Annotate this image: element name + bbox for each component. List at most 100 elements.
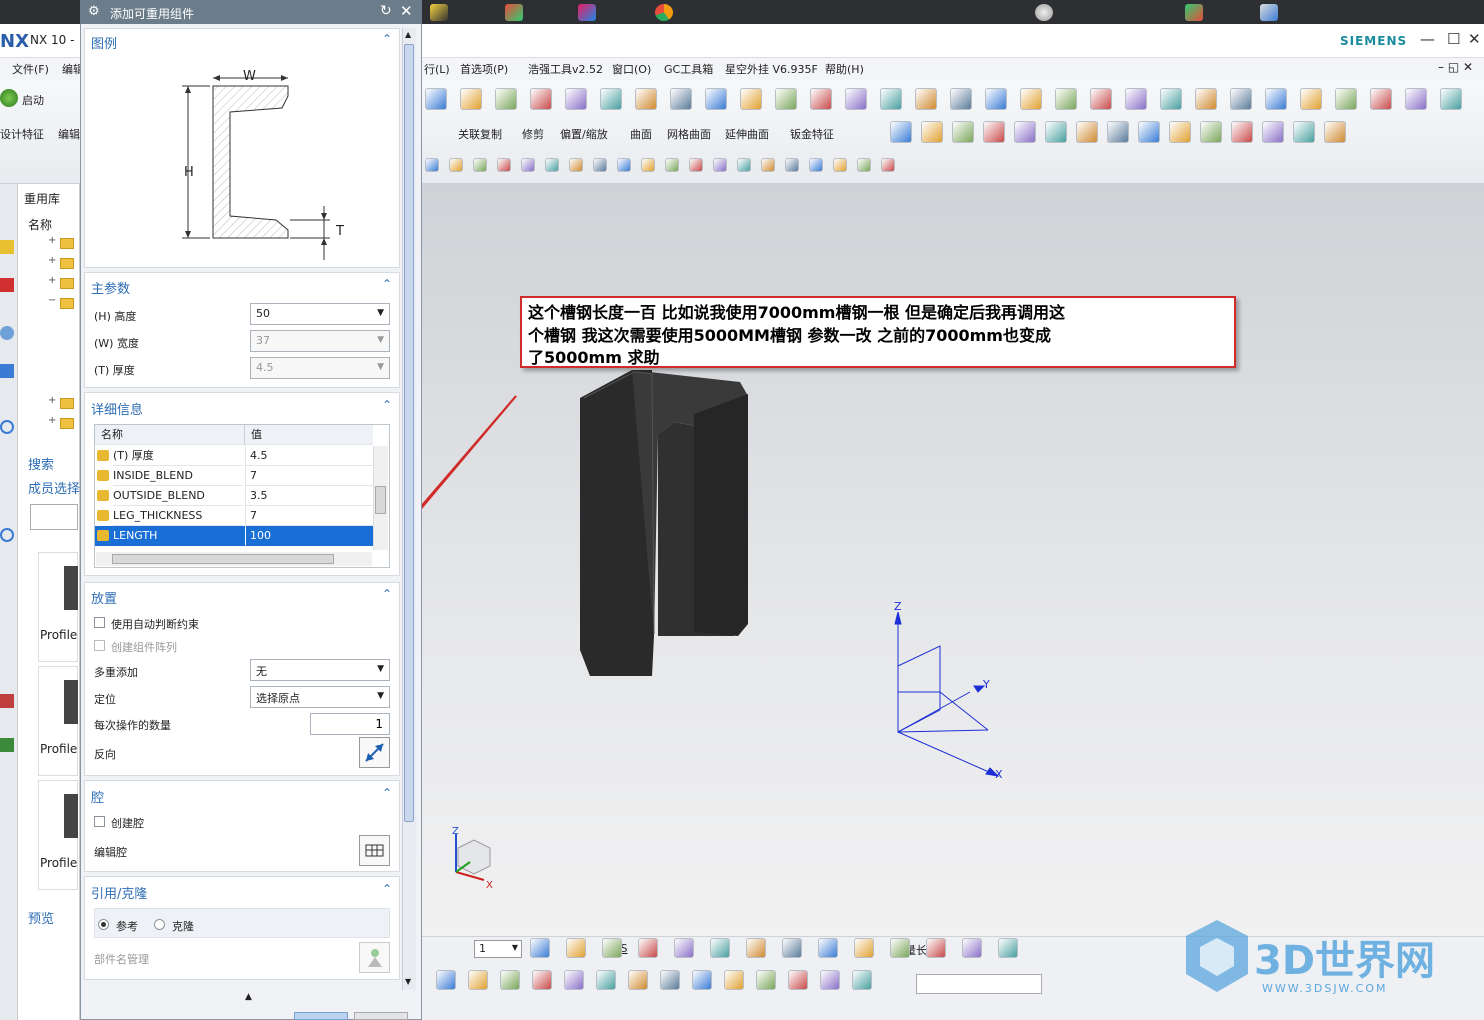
taskbar-app-icon[interactable] <box>1260 4 1278 21</box>
create-cavity-checkbox[interactable] <box>94 816 105 827</box>
toolbar-tool-icon[interactable] <box>530 88 552 110</box>
toolbar-tool-icon[interactable] <box>705 88 727 110</box>
taskbar-app-icon[interactable] <box>655 4 673 21</box>
toolbar-tool-icon[interactable] <box>670 88 692 110</box>
toolbar-tool-icon[interactable] <box>593 158 607 172</box>
clone-radio[interactable] <box>154 919 165 930</box>
toolbar-tool-icon[interactable] <box>500 970 520 990</box>
tree-expander-icon[interactable]: + <box>48 235 56 246</box>
detail-value-cell[interactable]: 4.5 <box>245 446 373 466</box>
reset-icon[interactable]: ↻ <box>380 3 392 19</box>
dialog-scroll-thumb[interactable] <box>404 44 414 822</box>
toolbar-tool-icon[interactable] <box>810 88 832 110</box>
details-vscroll-thumb[interactable] <box>375 486 386 514</box>
toolbar-tool-icon[interactable] <box>880 88 902 110</box>
toolbar-tool-icon[interactable] <box>857 158 871 172</box>
toolbar-tool-icon[interactable] <box>854 938 874 958</box>
trim-menu[interactable]: 修剪 <box>522 126 544 142</box>
reuse-library-tab[interactable]: 重用库 <box>24 190 60 207</box>
toolbar-tool-icon[interactable] <box>665 158 679 172</box>
details-hscroll-thumb[interactable] <box>112 554 334 564</box>
taskbar-app-icon[interactable] <box>505 4 523 21</box>
part-nav-icon[interactable] <box>0 326 14 340</box>
details-header[interactable]: 详细信息 <box>91 399 143 418</box>
toolbar-tool-icon[interactable] <box>692 970 712 990</box>
toolbar-tool-icon[interactable] <box>530 938 550 958</box>
toolbar-tool-icon[interactable] <box>713 158 727 172</box>
toolbar-tool-icon[interactable] <box>628 970 648 990</box>
system-materials-icon[interactable] <box>0 694 14 708</box>
mesh-surface-menu[interactable]: 网格曲面 <box>667 126 711 142</box>
toolbar-tool-icon[interactable] <box>737 158 751 172</box>
sheetmetal-menu[interactable]: 钣金特征 <box>790 126 834 142</box>
tree-expander-icon[interactable]: − <box>48 295 56 306</box>
detail-row[interactable]: LENGTH 100 <box>95 526 373 546</box>
folder-icon[interactable] <box>60 278 74 289</box>
gear-icon[interactable]: ⚙ <box>88 4 100 19</box>
toolbar-tool-icon[interactable] <box>1335 88 1357 110</box>
taskbar-app-icon[interactable] <box>1185 4 1203 21</box>
toolbar-tool-icon[interactable] <box>495 88 517 110</box>
folder-icon[interactable] <box>60 298 74 309</box>
preview-section[interactable]: 预览 <box>28 908 54 927</box>
toolbar-tool-icon[interactable] <box>425 88 447 110</box>
lock-icon[interactable] <box>97 510 109 521</box>
cavity-header[interactable]: 腔 <box>91 787 104 806</box>
detail-row[interactable]: OUTSIDE_BLEND 3.5 <box>95 486 373 506</box>
doc-window-controls[interactable]: – ◱ ✕ <box>1438 60 1473 74</box>
toolbar-tool-icon[interactable] <box>785 158 799 172</box>
menu-window[interactable]: 窗口(O) <box>612 61 651 77</box>
position-select[interactable]: 选择原点 ▼ <box>250 686 390 708</box>
toolbar-tool-icon[interactable] <box>852 970 872 990</box>
toolbar-tool-icon[interactable] <box>497 158 511 172</box>
collapse-icon[interactable]: ⌃ <box>382 786 392 800</box>
scroll-down-icon[interactable]: ▼ <box>405 977 411 986</box>
detail-value-cell[interactable]: 7 <box>245 466 373 486</box>
toolbar-tool-icon[interactable] <box>962 938 982 958</box>
detail-value-cell[interactable]: 3.5 <box>245 486 373 506</box>
scroll-up-icon[interactable]: ▲ <box>405 30 411 39</box>
collapse-icon[interactable]: ⌃ <box>382 882 392 896</box>
toolbar-tool-icon[interactable] <box>425 158 439 172</box>
tree-expander-icon[interactable]: + <box>48 255 56 266</box>
edit-cavity-button[interactable] <box>359 835 390 866</box>
lock-icon[interactable] <box>97 470 109 481</box>
taskbar-app-icon[interactable] <box>430 4 448 21</box>
menu-insert[interactable]: 行(L) <box>424 61 450 77</box>
close-icon[interactable]: ✕ <box>400 2 413 20</box>
surface-menu[interactable]: 曲面 <box>630 126 652 142</box>
toolbar-tool-icon[interactable] <box>545 158 559 172</box>
tree-expander-icon[interactable]: + <box>48 275 56 286</box>
folder-icon[interactable] <box>60 398 74 409</box>
toolbar-tool-icon[interactable] <box>710 938 730 958</box>
taskbar-disc-icon[interactable] <box>1035 4 1053 21</box>
toolbar-tool-icon[interactable] <box>689 158 703 172</box>
toolbar-tool-icon[interactable] <box>788 970 808 990</box>
menu-preferences[interactable]: 首选项(P) <box>460 61 508 77</box>
toolbar-tool-icon[interactable] <box>660 970 680 990</box>
detail-row[interactable]: LEG_THICKNESS 7 <box>95 506 373 526</box>
toolbar-tool-icon[interactable] <box>952 121 974 143</box>
minimize-button[interactable]: — <box>1420 30 1435 48</box>
toolbar-tool-icon[interactable] <box>1195 88 1217 110</box>
folder-icon[interactable] <box>60 238 74 249</box>
close-window-button[interactable]: ✕ <box>1468 30 1481 48</box>
expand-more-icon[interactable]: ▲ <box>245 992 252 1002</box>
toolbar-tool-icon[interactable] <box>833 158 847 172</box>
maximize-button[interactable]: ☐ <box>1447 30 1460 48</box>
collapse-icon[interactable]: ⌃ <box>382 32 392 46</box>
assembly-nav-icon[interactable] <box>0 240 14 254</box>
toolbar-tool-icon[interactable] <box>1265 88 1287 110</box>
toolbar-tool-icon[interactable] <box>674 938 694 958</box>
menu-help[interactable]: 帮助(H) <box>825 61 864 77</box>
tree-expander-icon[interactable]: + <box>48 395 56 406</box>
toolbar-tool-icon[interactable] <box>569 158 583 172</box>
start-menu[interactable]: 启动 <box>22 92 44 108</box>
detail-value-cell[interactable]: 7 <box>245 506 373 526</box>
toolbar-tool-icon[interactable] <box>881 158 895 172</box>
edit-feature-menu[interactable]: 编辑 <box>58 126 80 142</box>
toolbar-tool-icon[interactable] <box>600 88 622 110</box>
lock-icon[interactable] <box>97 490 109 501</box>
col-name-header[interactable]: 名称 <box>95 425 245 445</box>
reference-clone-header[interactable]: 引用/克隆 <box>91 883 147 902</box>
